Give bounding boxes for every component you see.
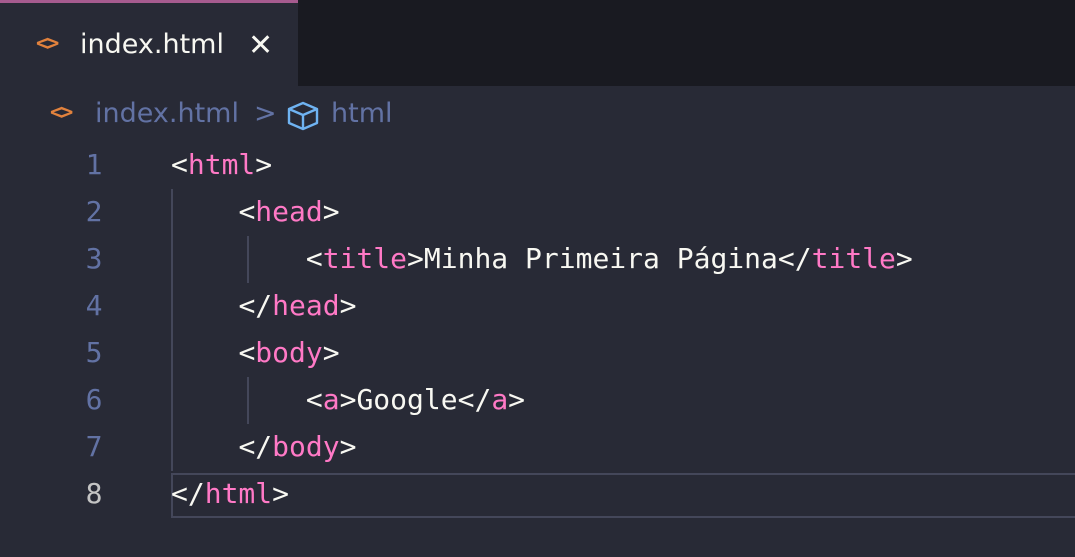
tag-bracket: >	[339, 383, 357, 416]
tag-bracket: >	[339, 289, 357, 322]
line-number: 1	[85, 148, 103, 181]
code-line[interactable]: 6 <a>Google</a>	[0, 377, 1075, 424]
line-number: 5	[85, 336, 103, 369]
tag-bracket: <	[305, 383, 323, 416]
html-file-icon: <>	[36, 31, 59, 55]
tag-name: title	[811, 242, 896, 275]
code-line[interactable]: 7 </body>	[0, 424, 1075, 471]
line-number: 6	[85, 383, 103, 416]
code-text: <a>Google</a>	[171, 383, 525, 417]
line-number: 7	[85, 430, 103, 463]
tag-bracket: </	[238, 430, 273, 463]
tag-name: html	[187, 148, 256, 181]
tag-name: head	[255, 195, 323, 228]
tag-name: body	[272, 430, 340, 463]
tag-name: body	[255, 336, 323, 369]
code-text: <head>	[171, 195, 340, 229]
tag-bracket: <	[171, 148, 188, 181]
tag-bracket: >	[322, 195, 340, 228]
breadcrumb-file[interactable]: index.html	[95, 100, 239, 127]
tag-name: head	[272, 289, 340, 322]
code-editor[interactable]: 1 <html> 2 <head> 3 <title>Minha Primeira P…	[0, 142, 1075, 542]
line-number: 2	[85, 195, 103, 228]
line-number: 4	[85, 289, 103, 322]
tag-bracket: >	[508, 383, 526, 416]
code-line[interactable]: 8 </html>	[0, 471, 1075, 518]
text-content: Google	[356, 383, 458, 416]
breadcrumb-symbol[interactable]: html	[331, 100, 393, 127]
tag-name: html	[204, 477, 273, 510]
tag-bracket: >	[272, 477, 290, 510]
code-text: </body>	[171, 430, 356, 464]
close-icon[interactable]: ✕	[248, 31, 273, 61]
code-text: <title>Minha Primeira Página</title>	[171, 242, 913, 276]
chevron-right-icon: >	[254, 98, 277, 129]
tag-bracket: >	[407, 242, 424, 275]
code-line[interactable]: 5 <body>	[0, 330, 1075, 377]
tag-bracket: <	[305, 242, 323, 275]
code-line[interactable]: 3 <title>Minha Primeira Página</title>	[0, 236, 1075, 283]
tag-bracket: >	[322, 336, 340, 369]
line-number: 8	[85, 477, 103, 510]
tag-bracket: >	[339, 430, 357, 463]
code-line[interactable]: 2 <head>	[0, 189, 1075, 236]
tab-index-html[interactable]: <> index.html ✕	[0, 0, 298, 86]
code-text: <body>	[171, 336, 340, 370]
code-text: </html>	[171, 477, 289, 511]
breadcrumb: <> index.html > html	[0, 86, 1075, 146]
tag-name: title	[322, 242, 408, 275]
tag-name: a	[491, 383, 509, 416]
tag-bracket: <	[238, 195, 256, 228]
code-text: </head>	[171, 289, 356, 323]
tag-bracket: </	[171, 477, 205, 510]
text-content: Minha Primeira Página	[423, 242, 778, 275]
code-line[interactable]: 4 </head>	[0, 283, 1075, 330]
line-number: 3	[85, 242, 103, 275]
code-line[interactable]: 1 <html>	[0, 142, 1075, 189]
tag-bracket: </	[238, 289, 273, 322]
tag-bracket: <	[238, 336, 256, 369]
tag-name: a	[322, 383, 340, 416]
tag-bracket: </	[457, 383, 492, 416]
html-file-icon: <>	[50, 100, 73, 124]
tag-bracket: >	[255, 148, 273, 181]
tab-bar: <> index.html ✕	[0, 0, 1075, 86]
cube-icon	[287, 101, 319, 131]
code-text: <html>	[171, 148, 272, 182]
tab-label: index.html	[80, 29, 224, 60]
tag-bracket: >	[895, 242, 913, 275]
tag-bracket: </	[777, 242, 812, 275]
